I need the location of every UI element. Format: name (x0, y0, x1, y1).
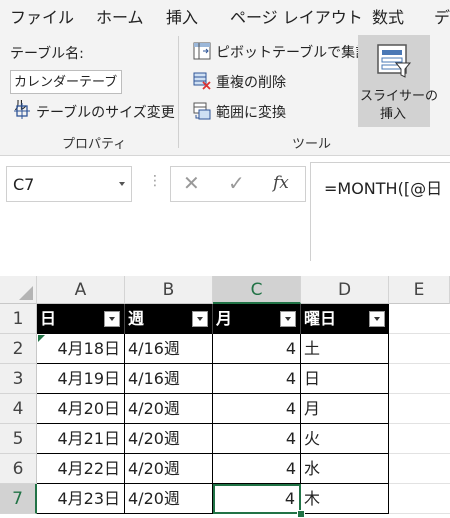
filter-dropdown-button[interactable] (369, 311, 385, 327)
table-cell[interactable]: 4月23日 (37, 484, 125, 514)
slicer-icon (376, 43, 412, 83)
enter-check-icon[interactable]: ✓ (228, 171, 245, 195)
table-cell[interactable]: 火 (301, 424, 389, 454)
table-cell[interactable]: 4月22日 (37, 454, 125, 484)
table-cell[interactable]: 4/20週 (125, 454, 213, 484)
column-header-c[interactable]: C (213, 276, 301, 304)
empty-column-e[interactable] (389, 304, 450, 514)
insert-function-icon[interactable]: fx (273, 173, 289, 193)
table-cell[interactable]: 水 (301, 454, 389, 484)
tab-home[interactable]: ホーム (96, 4, 144, 28)
slicer-label-line2: 挿入 (380, 107, 407, 122)
fill-handle[interactable] (297, 510, 305, 518)
select-all-corner[interactable] (0, 276, 37, 304)
convert-to-range-label: 範囲に変換 (216, 105, 286, 121)
tools-group-label: ツール (292, 137, 332, 152)
table-cell[interactable]: 4 (213, 454, 301, 484)
tab-insert[interactable]: 挿入 (166, 4, 198, 28)
table-header-cell[interactable]: 月 (213, 304, 301, 334)
error-indicator-icon[interactable] (38, 335, 45, 342)
formula-bar-area: C7 ⋮ ✕ ✓ fx =MONTH([@日 (0, 156, 450, 261)
table-cell[interactable]: 木 (301, 484, 389, 514)
row-header-1[interactable]: 1 (0, 304, 37, 334)
resize-label: テーブルのサイズ変更 (36, 105, 175, 121)
column-header-a[interactable]: A (37, 276, 125, 304)
column-header-d[interactable]: D (301, 276, 389, 304)
row-header-5[interactable]: 5 (0, 424, 37, 454)
ribbon-panel: テーブル名: カレンダーテーブル テーブルのサイズ変更 プロパティ ピボットテー… (0, 30, 450, 156)
table-cell[interactable]: 土 (301, 334, 389, 364)
table-cell[interactable]: 4/20週 (125, 424, 213, 454)
tab-formulas[interactable]: 数式 (372, 4, 404, 28)
remove-duplicates-icon (193, 72, 211, 94)
table-cell[interactable]: 4月21日 (37, 424, 125, 454)
chevron-down-icon (119, 182, 125, 186)
corner-triangle-icon (19, 286, 33, 300)
formula-text: =MONTH([@日 (324, 179, 443, 198)
table-cell[interactable]: 4月19日 (37, 364, 125, 394)
tab-page-layout[interactable]: ページ レイアウト (230, 4, 363, 28)
column-header-e[interactable]: E (389, 276, 450, 304)
table-cell[interactable]: 4/20週 (125, 484, 213, 514)
table-cell[interactable]: 4/20週 (125, 394, 213, 424)
table-header-cell[interactable]: 日 (37, 304, 125, 334)
ribbon-tab-bar: ファイル ホーム 挿入 ページ レイアウト 数式 デ (0, 0, 450, 30)
formula-buttons: ✕ ✓ fx (170, 166, 306, 202)
insert-slicer-button[interactable]: スライサーの 挿入 (358, 35, 438, 127)
table-header-label: 週 (128, 309, 145, 328)
group-divider (178, 36, 179, 148)
table-header-cell[interactable]: 曜日 (301, 304, 389, 334)
filter-dropdown-button[interactable] (280, 311, 296, 327)
table-header-label: 曜日 (304, 309, 337, 328)
table-cell[interactable]: 月 (301, 394, 389, 424)
table-name-label: テーブル名: (10, 46, 84, 62)
properties-group-label: プロパティ (62, 137, 127, 152)
name-box[interactable]: C7 (6, 166, 132, 202)
table-cell[interactable]: 4/16週 (125, 364, 213, 394)
table-cell[interactable]: 4 (213, 334, 301, 364)
column-header-b[interactable]: B (125, 276, 213, 304)
filter-dropdown-button[interactable] (192, 311, 208, 327)
convert-to-range-button[interactable]: 範囲に変換 (193, 102, 333, 122)
slicer-label-line1: スライサーの (360, 89, 439, 104)
table-cell[interactable]: 日 (301, 364, 389, 394)
row-header-7[interactable]: 7 (0, 484, 37, 514)
formula-input[interactable]: =MONTH([@日 (310, 162, 450, 261)
table-cell[interactable]: 4/16週 (125, 334, 213, 364)
remove-duplicates-label: 重複の削除 (216, 75, 286, 91)
row-header-4[interactable]: 4 (0, 394, 37, 424)
table-header-label: 日 (40, 309, 57, 328)
table-cell[interactable]: 4 (213, 364, 301, 394)
table-name-input[interactable]: カレンダーテーブル (10, 70, 122, 114)
row-header-2[interactable]: 2 (0, 334, 37, 364)
table-cell[interactable]: 4月18日 (37, 334, 125, 364)
tab-file[interactable]: ファイル (10, 4, 74, 28)
table-cell[interactable]: 4月20日 (37, 394, 125, 424)
row-header-3[interactable]: 3 (0, 364, 37, 394)
active-cell[interactable]: 4 (213, 484, 301, 514)
name-box-value: C7 (13, 175, 35, 194)
pivot-summarize-label: ピボットテーブルで集計 (216, 45, 370, 61)
table-header-label: 月 (216, 309, 233, 328)
remove-duplicates-button[interactable]: 重複の削除 (193, 72, 333, 92)
table-cell[interactable]: 4 (213, 394, 301, 424)
table-header-cell[interactable]: 週 (125, 304, 213, 334)
resize-icon (14, 103, 30, 123)
convert-range-icon (193, 102, 211, 124)
drag-handle-icon[interactable]: ⋮ (148, 173, 162, 189)
filter-dropdown-button[interactable] (104, 311, 120, 327)
cancel-icon[interactable]: ✕ (183, 171, 200, 195)
table-cell[interactable]: 4 (213, 424, 301, 454)
tab-data[interactable]: デ (434, 4, 450, 28)
row-header-6[interactable]: 6 (0, 454, 37, 484)
pivot-summarize-button[interactable]: ピボットテーブルで集計 (193, 42, 369, 64)
pivot-table-icon (193, 42, 211, 64)
